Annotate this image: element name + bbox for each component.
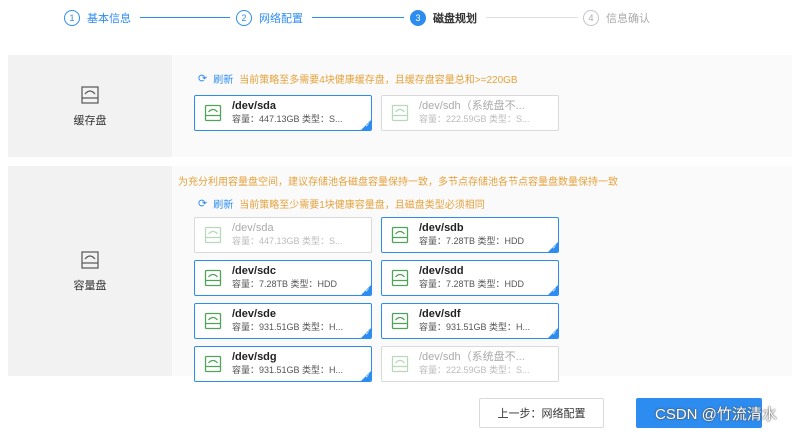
disk-card[interactable]: /dev/sdc 容量：7.28TB 类型：HDD ✓ <box>194 260 372 296</box>
hard-disk-icon <box>81 85 99 104</box>
disk-info: 容量：7.28TB 类型：HDD <box>232 279 338 289</box>
step-basic-info[interactable]: 1 基本信息 <box>64 9 131 27</box>
disk-name: /dev/sdh（系统盘不... <box>419 100 525 112</box>
capacity-strategy-row: ⟳ 刷新 当前策略至少需要1块健康容量盘，且磁盘类型必须相同 <box>198 196 485 211</box>
check-icon: ✓ <box>364 288 370 294</box>
check-icon: ✓ <box>364 374 370 380</box>
step-connector <box>312 17 404 18</box>
disk-icon <box>391 355 409 373</box>
cache-disk-side-panel: 缓存盘 <box>8 55 172 157</box>
step-number: 3 <box>410 10 426 26</box>
disk-name: /dev/sdd <box>419 265 464 277</box>
watermark: CSDN @竹流清水 <box>655 406 777 423</box>
disk-card[interactable]: /dev/sdf 容量：931.51GB 类型：H... ✓ <box>381 303 559 339</box>
check-icon: ✓ <box>551 288 557 294</box>
step-connector <box>140 17 230 18</box>
disk-info: 容量：7.28TB 类型：HDD <box>419 236 525 246</box>
disk-card: /dev/sda 容量：447.13GB 类型：S... <box>194 217 372 253</box>
disk-card[interactable]: /dev/sdg 容量：931.51GB 类型：H... ✓ <box>194 346 372 382</box>
step-connector <box>486 17 578 18</box>
disk-icon <box>391 104 409 122</box>
disk-icon <box>391 226 409 244</box>
disk-name: /dev/sda <box>232 100 277 112</box>
step-number: 1 <box>64 10 80 26</box>
capacity-disk-side-panel: 容量盘 <box>8 166 172 376</box>
cache-strategy-row: ⟳ 刷新 当前策略至多需要4块健康缓存盘，且缓存盘容量总和>=220GB <box>198 71 518 86</box>
disk-info: 容量：447.13GB 类型：S... <box>232 236 343 246</box>
disk-name: /dev/sdb <box>419 222 464 234</box>
check-icon: ✓ <box>364 331 370 337</box>
disk-icon <box>204 355 222 373</box>
disk-icon <box>204 104 222 122</box>
step-number: 2 <box>236 10 252 26</box>
disk-info: 容量：447.13GB 类型：S... <box>232 114 343 124</box>
disk-name: /dev/sdh（系统盘不... <box>419 351 525 363</box>
disk-card[interactable]: /dev/sdd 容量：7.28TB 类型：HDD ✓ <box>381 260 559 296</box>
capacity-strategy-rule: 当前策略至少需要1块健康容量盘，且磁盘类型必须相同 <box>239 200 485 211</box>
disk-icon <box>204 269 222 287</box>
disk-card[interactable]: /dev/sde 容量：931.51GB 类型：H... ✓ <box>194 303 372 339</box>
hard-disk-icon <box>81 250 99 269</box>
step-disk-planning[interactable]: 3 磁盘规划 <box>410 9 477 27</box>
step-network-config[interactable]: 2 网络配置 <box>236 9 303 27</box>
check-icon: ✓ <box>551 331 557 337</box>
step-label: 信息确认 <box>606 13 650 25</box>
capacity-refresh-link[interactable]: 刷新 <box>213 196 233 211</box>
cache-refresh-link[interactable]: 刷新 <box>213 71 233 86</box>
disk-name: /dev/sdg <box>232 351 277 363</box>
prev-step-button[interactable]: 上一步：网络配置 <box>479 398 604 428</box>
disk-name: /dev/sdc <box>232 265 277 277</box>
disk-icon <box>204 226 222 244</box>
disk-card: /dev/sdh（系统盘不... 容量：222.59GB 类型：S... <box>381 95 559 131</box>
step-number: 4 <box>583 10 599 26</box>
disk-name: /dev/sdf <box>419 308 461 320</box>
disk-info: 容量：222.59GB 类型：S... <box>419 365 530 375</box>
disk-info: 容量：931.51GB 类型：H... <box>232 322 344 332</box>
disk-card[interactable]: /dev/sda 容量：447.13GB 类型：S... ✓ <box>194 95 372 131</box>
disk-info: 容量：7.28TB 类型：HDD <box>419 279 525 289</box>
refresh-icon[interactable]: ⟳ <box>198 72 207 85</box>
step-label: 基本信息 <box>87 13 131 25</box>
steps-bar: 1 基本信息 2 网络配置 3 磁盘规划 4 信息确认 <box>0 0 811 34</box>
cache-disk-label: 缓存盘 <box>73 114 107 127</box>
capacity-advice-text: 为充分利用容量盘空间，建议存储池各磁盘容量保持一致，多节点存储池各节点容量盘数量… <box>178 177 618 188</box>
disk-name: /dev/sda <box>232 222 274 234</box>
disk-icon <box>391 269 409 287</box>
step-label: 磁盘规划 <box>433 13 477 25</box>
cache-strategy-rule: 当前策略至多需要4块健康缓存盘，且缓存盘容量总和>=220GB <box>239 75 518 86</box>
disk-icon <box>391 312 409 330</box>
check-icon: ✓ <box>551 245 557 251</box>
disk-card[interactable]: /dev/sdb 容量：7.28TB 类型：HDD ✓ <box>381 217 559 253</box>
disk-card: /dev/sdh（系统盘不... 容量：222.59GB 类型：S... <box>381 346 559 382</box>
disk-info: 容量：222.59GB 类型：S... <box>419 114 530 124</box>
disk-info: 容量：931.51GB 类型：H... <box>232 365 344 375</box>
step-label: 网络配置 <box>259 13 303 25</box>
disk-info: 容量：931.51GB 类型：H... <box>419 322 531 332</box>
step-info-confirm[interactable]: 4 信息确认 <box>583 9 650 27</box>
capacity-disk-label: 容量盘 <box>73 279 107 292</box>
disk-name: /dev/sde <box>232 308 277 320</box>
disk-icon <box>204 312 222 330</box>
refresh-icon[interactable]: ⟳ <box>198 197 207 210</box>
check-icon: ✓ <box>364 123 370 129</box>
